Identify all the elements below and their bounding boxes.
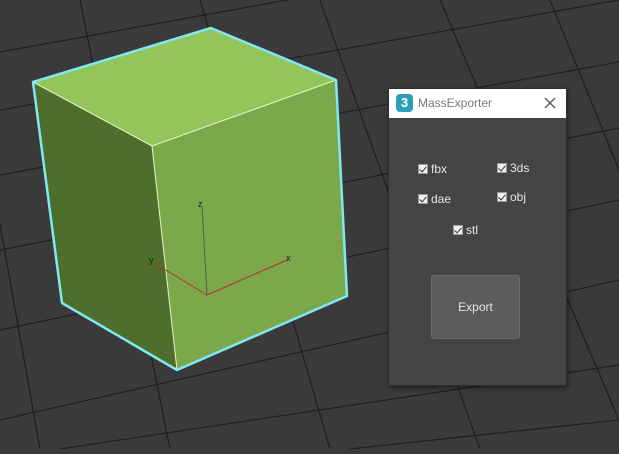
z-axis-label: z — [198, 199, 203, 209]
checkbox-label-dae: dae — [431, 192, 452, 206]
close-button[interactable] — [540, 93, 560, 113]
checkbox-3ds[interactable]: 3ds — [497, 161, 529, 175]
checkbox-stl[interactable]: stl — [453, 223, 478, 237]
checkbox-label-obj: obj — [510, 190, 527, 204]
export-button[interactable]: Export — [431, 275, 520, 339]
checkmark-icon — [497, 192, 507, 202]
checkmark-icon — [497, 163, 507, 173]
checkbox-fbx[interactable]: fbx — [418, 162, 447, 176]
dialog-title: MassExporter — [418, 96, 493, 110]
checkmark-icon — [418, 164, 428, 174]
y-axis-label: y — [149, 255, 154, 265]
app-logo-icon: 3 — [396, 94, 413, 112]
checkmark-icon — [418, 194, 428, 204]
checkbox-label-fbx: fbx — [431, 162, 448, 176]
mass-exporter-dialog: 3 MassExporter fbx 3ds dae obj stl Expor… — [388, 88, 567, 386]
x-axis-label: x — [286, 253, 291, 263]
checkbox-obj[interactable]: obj — [497, 190, 526, 204]
checkbox-label-3ds: 3ds — [510, 161, 530, 175]
dialog-titlebar[interactable]: 3 MassExporter — [389, 89, 566, 118]
checkmark-icon — [453, 225, 463, 235]
checkbox-label-stl: stl — [466, 223, 478, 237]
checkbox-dae[interactable]: dae — [418, 192, 451, 206]
close-icon — [544, 97, 556, 109]
